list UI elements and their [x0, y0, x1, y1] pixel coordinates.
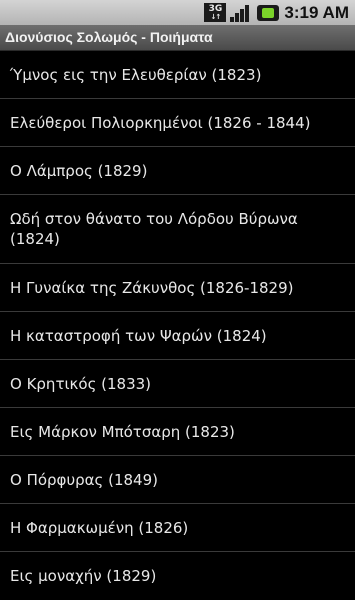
poem-list-item[interactable]: Ύμνος εις την Ελευθερίαν (1823) — [0, 51, 355, 99]
signal-strength-icon — [230, 3, 252, 22]
poem-list-item[interactable]: Η Γυναίκα της Ζάκυνθος (1826-1829) — [0, 264, 355, 312]
clock: 3:19 AM — [284, 3, 349, 23]
poem-list-item[interactable]: Ωδή στον θάνατο του Λόρδου Βύρωνα (1824) — [0, 195, 355, 264]
poem-list-item[interactable]: Η καταστροφή των Ψαρών (1824) — [0, 312, 355, 360]
status-bar: 3G ↓↑ 3:19 AM — [0, 0, 355, 25]
poem-list-item[interactable]: Εις μοναχήν (1829) — [0, 552, 355, 600]
app-title-bar: Διονύσιος Σολωμός - Ποιήματα — [0, 25, 355, 51]
clock-time: 3:19 — [284, 2, 319, 22]
network-3g-icon: 3G ↓↑ — [204, 3, 227, 22]
network-label: 3G — [208, 3, 223, 14]
app-title: Διονύσιος Σολωμός - Ποιήματα — [5, 29, 213, 45]
data-arrows-icon: ↓↑ — [210, 12, 222, 21]
poem-list-item[interactable]: Ελεύθεροι Πολιορκημένοι (1826 - 1844) — [0, 99, 355, 147]
battery-charging-icon — [257, 4, 280, 21]
poem-list-item[interactable]: Η Φαρμακωμένη (1826) — [0, 504, 355, 552]
poem-list-item[interactable]: Ο Λάμπρος (1829) — [0, 147, 355, 195]
poem-list: Ύμνος εις την Ελευθερίαν (1823) Ελεύθερο… — [0, 51, 355, 600]
poem-list-item[interactable]: Εις Μάρκον Μπότσαρη (1823) — [0, 408, 355, 456]
clock-ampm: AM — [322, 2, 349, 22]
poem-list-item[interactable]: Ο Πόρφυρας (1849) — [0, 456, 355, 504]
status-icons: 3G ↓↑ 3:19 AM — [204, 2, 349, 23]
poem-list-item[interactable]: Ο Κρητικός (1833) — [0, 360, 355, 408]
